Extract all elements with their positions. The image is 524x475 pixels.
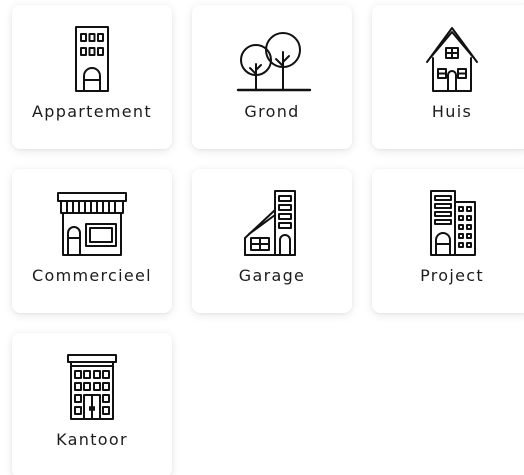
category-label: Garage [238,266,306,285]
category-tile-garage[interactable]: Garage [192,169,352,313]
category-tile-commercieel[interactable]: Commercieel [12,169,172,313]
category-tile-kantoor[interactable]: Kantoor [12,333,172,475]
category-tile-grond[interactable]: Grond [192,5,352,149]
project-buildings-icon [372,187,524,259]
category-tile-huis[interactable]: Huis [372,5,524,149]
category-label: Project [420,266,484,285]
garage-building-icon [192,187,352,259]
land-trees-icon [192,23,352,95]
shop-storefront-icon [12,187,172,259]
category-tile-appartement[interactable]: Appartement [12,5,172,149]
category-label: Appartement [32,102,152,121]
apartment-building-icon [12,23,172,95]
house-icon [372,23,524,95]
category-label: Commercieel [32,266,152,285]
office-building-icon [12,351,172,423]
category-label: Grond [244,102,300,121]
category-label: Kantoor [56,430,128,449]
category-tile-project[interactable]: Project [372,169,524,313]
category-label: Huis [431,102,473,121]
